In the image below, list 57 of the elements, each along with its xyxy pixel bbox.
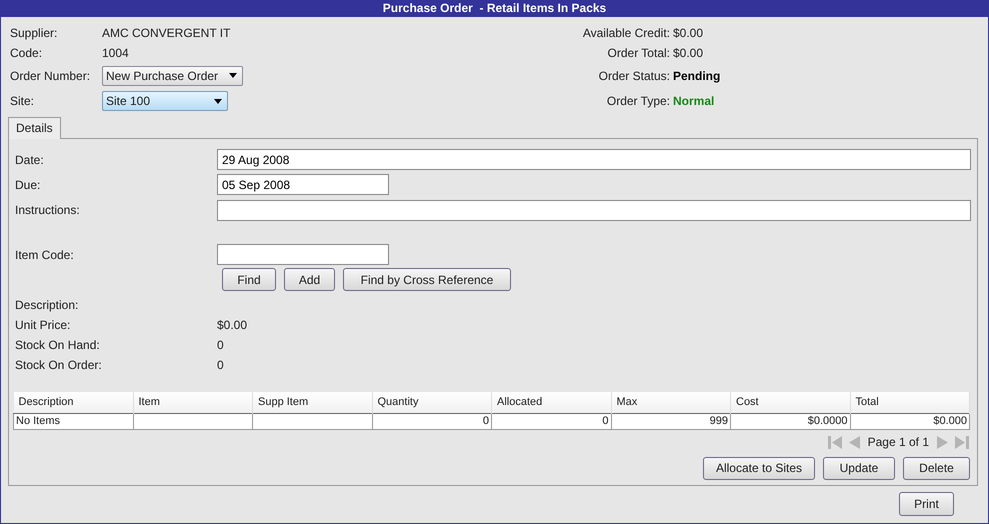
dropdown[interactable]: New Purchase Order bbox=[102, 66, 243, 86]
field-label: Date: bbox=[15, 152, 45, 166]
field-label: Description: bbox=[15, 297, 80, 313]
table-cell: 0 bbox=[372, 413, 492, 429]
input-field[interactable]: 29 Aug 2008 bbox=[217, 149, 971, 170]
field-label: Code: bbox=[10, 46, 44, 60]
column-header[interactable]: Item bbox=[133, 392, 252, 413]
field-label: Order Type: bbox=[606, 94, 671, 108]
caret-icon[interactable] bbox=[214, 98, 222, 104]
table-cell: $0.000 bbox=[850, 413, 970, 429]
table-cell: 0 bbox=[492, 413, 611, 429]
button[interactable]: Update bbox=[823, 456, 895, 480]
field-label: Available Credit: bbox=[582, 26, 671, 40]
input-field[interactable] bbox=[217, 200, 971, 221]
button[interactable]: Delete bbox=[903, 456, 970, 480]
column-header[interactable]: Description bbox=[14, 392, 133, 413]
table-cell: 999 bbox=[611, 413, 730, 429]
tab[interactable]: Details bbox=[8, 117, 61, 139]
table-cell: $0.0000 bbox=[730, 413, 850, 429]
column-header[interactable]: Allocated bbox=[492, 392, 611, 413]
field-value: 0 bbox=[217, 357, 225, 373]
field-label: Item Code: bbox=[15, 248, 75, 262]
print-button[interactable]: Print bbox=[899, 492, 954, 516]
button[interactable]: Allocate to Sites bbox=[702, 456, 815, 480]
button[interactable]: Add bbox=[284, 268, 335, 291]
field-value: $0.00 bbox=[217, 317, 248, 333]
input-field[interactable]: 05 Sep 2008 bbox=[217, 174, 389, 195]
column-header[interactable]: Quantity bbox=[372, 392, 492, 413]
column-header[interactable]: Max bbox=[611, 392, 730, 413]
dropdown[interactable]: Site 100 bbox=[102, 91, 228, 111]
field-value: AMC CONVERGENT IT bbox=[102, 26, 230, 40]
window-title: Purchase Order - Retail Items In Packs bbox=[1, 0, 988, 17]
input-field[interactable] bbox=[217, 244, 389, 265]
column-header[interactable]: Cost bbox=[730, 392, 850, 413]
field-value: $0.00 bbox=[673, 26, 704, 40]
field-label: Site: bbox=[10, 94, 36, 108]
page-indicator: Page 1 of 1 bbox=[868, 435, 929, 449]
field-label: Unit Price: bbox=[15, 317, 72, 333]
field-label: Order Total: bbox=[606, 46, 671, 60]
field-label: Stock On Hand: bbox=[15, 337, 101, 353]
column-header[interactable]: Total bbox=[850, 392, 970, 413]
field-label: Due: bbox=[15, 178, 42, 192]
field-label: Stock On Order: bbox=[15, 357, 103, 373]
button[interactable]: Find bbox=[222, 268, 276, 291]
field-value: Normal bbox=[673, 94, 714, 108]
caret-icon[interactable] bbox=[229, 73, 237, 78]
field-label: Order Number: bbox=[10, 68, 92, 82]
field-label: Supplier: bbox=[10, 26, 58, 40]
field-value: 1004 bbox=[102, 46, 129, 60]
field-value: 0 bbox=[217, 337, 225, 353]
button[interactable]: Find by Cross Reference bbox=[343, 268, 511, 291]
field-value: $0.00 bbox=[673, 46, 704, 60]
field-label: Instructions: bbox=[15, 203, 81, 217]
table-cell: No Items bbox=[14, 413, 133, 429]
field-value: Pending bbox=[673, 68, 720, 82]
column-header[interactable]: Supp Item bbox=[252, 392, 372, 413]
field-label: Order Status: bbox=[598, 68, 671, 82]
